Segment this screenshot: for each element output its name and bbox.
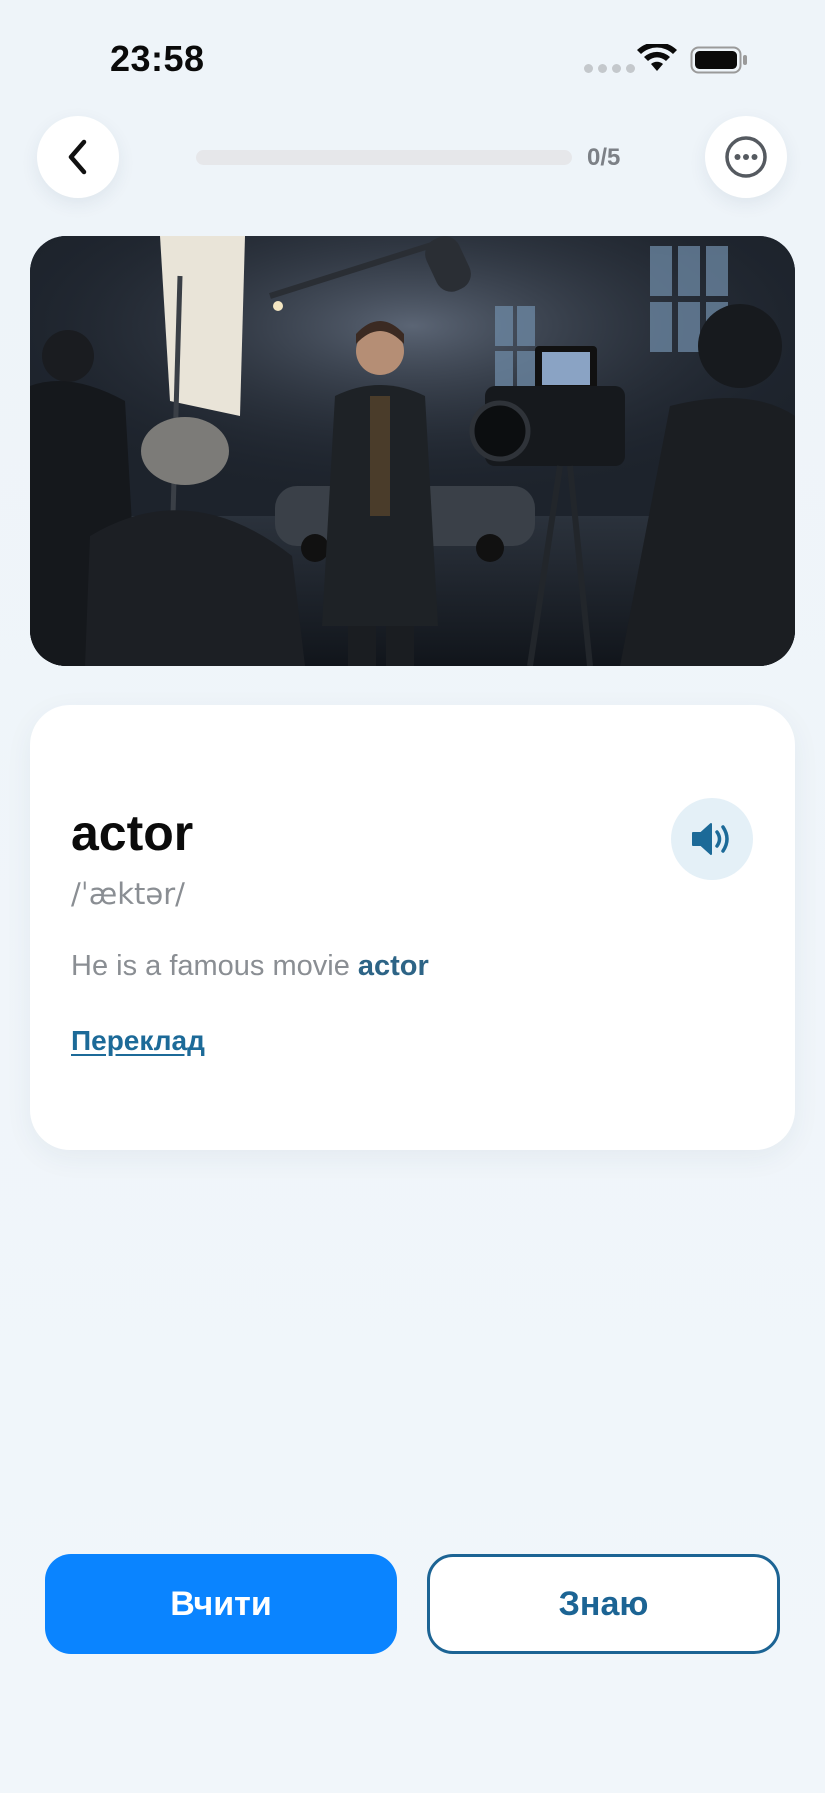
learn-button[interactable]: Вчити — [45, 1554, 397, 1654]
battery-icon — [690, 46, 748, 79]
speaker-icon — [692, 823, 729, 855]
progress-counter: 0/5 — [587, 144, 621, 171]
example-sentence: He is a famous movie actor — [71, 950, 429, 983]
example-highlight: actor — [357, 950, 429, 982]
more-horizontal-icon — [725, 136, 767, 178]
wifi-icon — [636, 42, 678, 79]
word-transcription: /ˈæktər/ — [71, 877, 185, 911]
lesson-progress-bar — [196, 150, 572, 165]
word-title: actor — [71, 805, 194, 861]
example-text: He is a famous movie — [71, 950, 358, 982]
chevron-left-icon — [68, 139, 87, 175]
more-options-button[interactable] — [705, 116, 787, 198]
pronounce-button[interactable] — [671, 798, 753, 880]
word-illustration-image — [30, 236, 795, 666]
status-time: 23:58 — [110, 38, 205, 79]
translation-link[interactable]: Переклад — [71, 1025, 205, 1057]
know-button[interactable]: Знаю — [427, 1554, 780, 1654]
word-card: actor /ˈæktər/ He is a famous movie acto… — [30, 705, 795, 1150]
back-button[interactable] — [37, 116, 119, 198]
signal-dots-icon — [584, 64, 635, 73]
